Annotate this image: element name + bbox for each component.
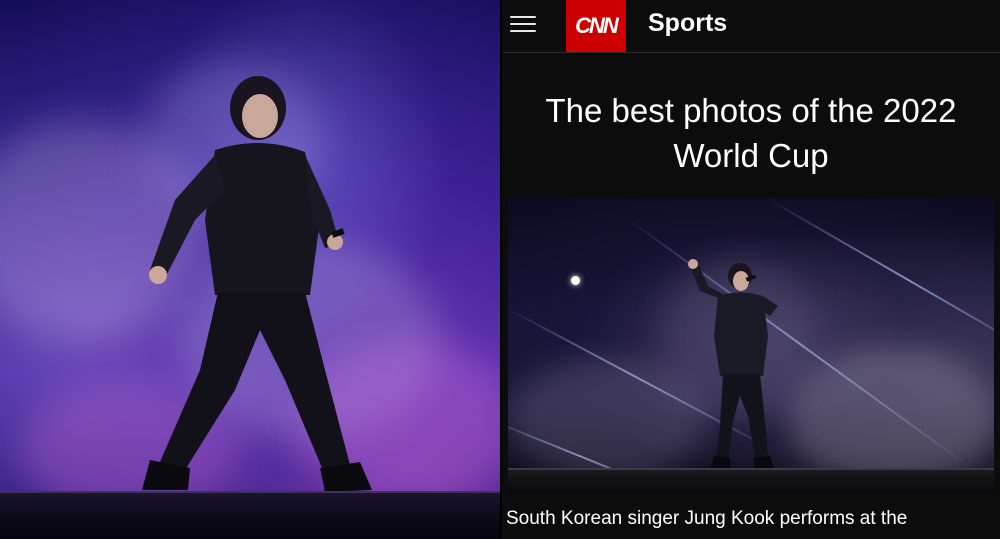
stage-floor-small: [508, 468, 994, 494]
hamburger-menu-icon[interactable]: [510, 11, 536, 37]
screenshot-composite: CNN Sports The best photos of the 2022 W…: [0, 0, 1000, 539]
concert-photo-large: [0, 0, 500, 539]
section-sports-link[interactable]: Sports: [648, 9, 727, 38]
performer-figure-small: [688, 259, 778, 469]
spotlight: [571, 276, 580, 285]
article-headline: The best photos of the 2022 World Cup: [545, 92, 957, 174]
site-header: CNN Sports: [502, 0, 1000, 53]
article-hero-photo[interactable]: [508, 198, 994, 494]
cnn-article-page: CNN Sports The best photos of the 2022 W…: [502, 0, 1000, 539]
cnn-logo[interactable]: CNN: [566, 0, 626, 52]
performer-figure: [142, 76, 372, 492]
stage-floor: [0, 491, 500, 539]
photo-caption: South Korean singer Jung Kook performs a…: [506, 508, 908, 529]
logo-text: CNN: [575, 13, 619, 38]
